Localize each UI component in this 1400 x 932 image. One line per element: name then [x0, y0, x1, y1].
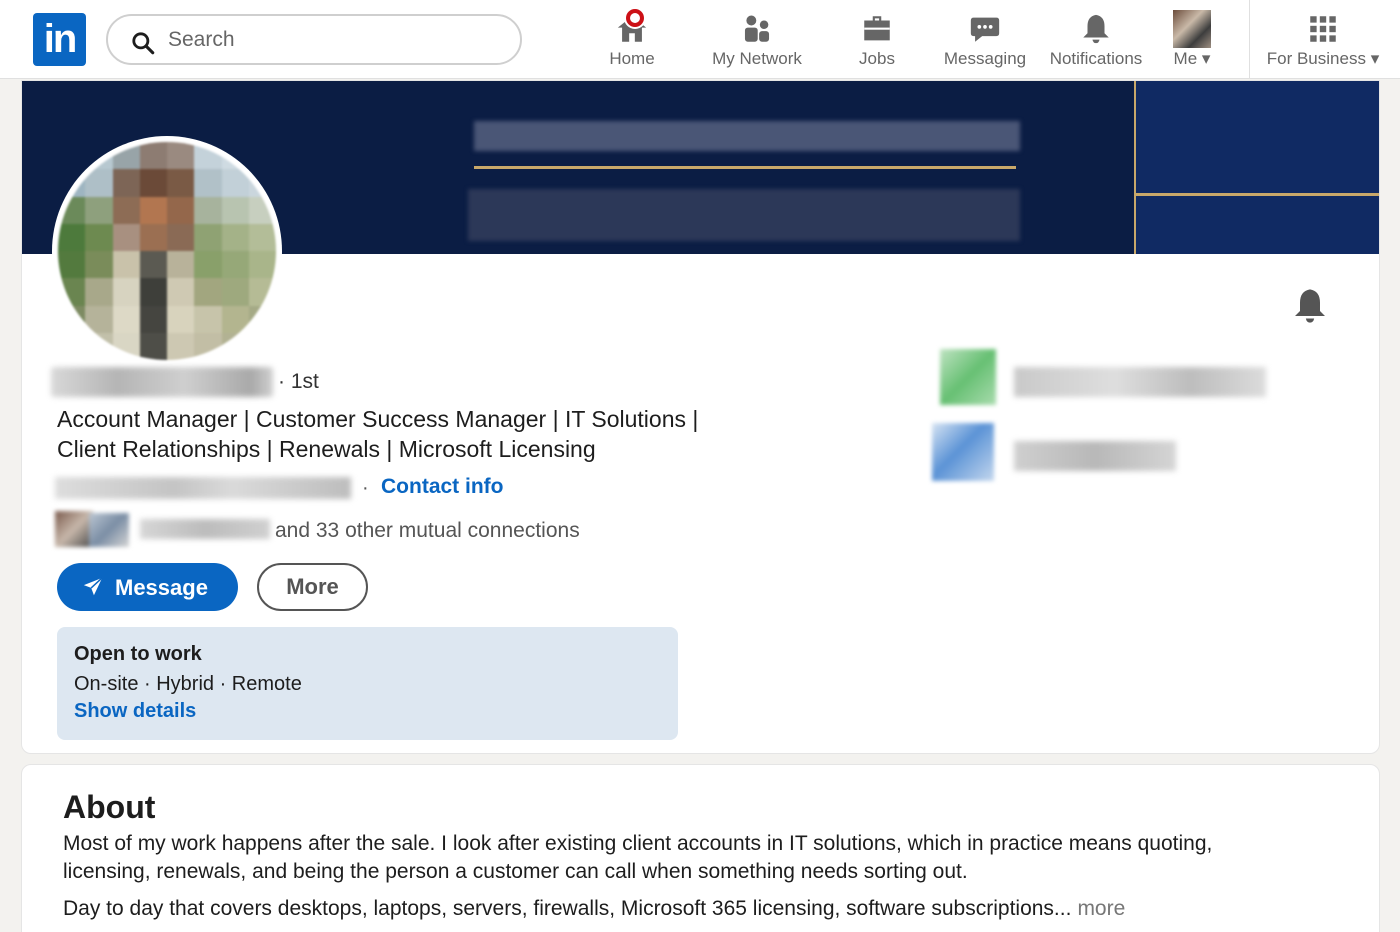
about-card: About Most of my work happens after the …	[21, 764, 1380, 932]
briefcase-icon	[864, 16, 890, 41]
nav-me-label: Me ▾	[1173, 49, 1211, 68]
nav-jobs-label: Jobs	[859, 49, 895, 68]
profile-headline: Account Manager | Customer Success Manag…	[57, 406, 699, 462]
profile-card: · 1st Account Manager | Customer Success…	[21, 80, 1380, 754]
about-paragraph-1: Most of my work happens after the sale. …	[63, 832, 1213, 883]
school-logo	[932, 423, 994, 481]
nav-home-label: Home	[609, 49, 655, 68]
nav-me[interactable]: Me ▾	[1164, 8, 1220, 74]
nav-divider	[1249, 0, 1250, 79]
search-input[interactable]	[168, 26, 498, 54]
nav-messaging-label: Messaging	[943, 49, 1027, 68]
more-button[interactable]: More	[257, 563, 368, 611]
company-name-redacted	[1014, 367, 1266, 397]
company-logo	[940, 349, 996, 405]
profile-photo[interactable]	[52, 136, 282, 366]
chat-icon	[970, 17, 1000, 42]
nav-for-business[interactable]: For Business ▾	[1260, 8, 1386, 74]
top-nav: in Home My Network Jobs Messaging Notifi…	[0, 0, 1400, 79]
profile-photo-pixelated	[58, 142, 276, 360]
chevron-down-icon: ▾	[1370, 49, 1380, 68]
nav-my-network[interactable]: My Network	[702, 8, 812, 74]
mutual-connections-text[interactable]: and 33 other mutual connections	[275, 519, 580, 543]
about-heading: About	[63, 789, 156, 825]
network-icon	[744, 15, 770, 42]
follow-bell-icon[interactable]	[1290, 286, 1330, 326]
nav-notifications-label: Notifications	[1049, 49, 1143, 68]
show-details-link[interactable]: Show details	[74, 700, 196, 723]
nav-notifications[interactable]: Notifications	[1045, 8, 1147, 74]
separator-dot: ·	[362, 477, 369, 499]
open-to-work-box: Open to work On-site · Hybrid · Remote S…	[57, 627, 678, 740]
see-more-link[interactable]: more	[1077, 897, 1125, 920]
open-to-work-subtitle: On-site · Hybrid · Remote	[74, 673, 302, 695]
school-name-redacted	[1014, 441, 1176, 471]
connection-degree: · 1st	[278, 370, 319, 393]
about-paragraph-2: Day to day that covers desktops, laptops…	[63, 897, 1126, 920]
mutual-connection-avatars[interactable]	[55, 511, 135, 547]
linkedin-logo[interactable]: in	[33, 13, 86, 66]
mutual-names-redacted	[140, 519, 270, 539]
open-to-work-title: Open to work	[74, 643, 202, 665]
location-redacted	[55, 477, 351, 499]
message-button[interactable]: Message	[57, 563, 238, 611]
nav-my-network-label: My Network	[712, 49, 802, 68]
contact-info-link[interactable]: Contact info	[381, 475, 503, 499]
send-icon	[83, 577, 103, 596]
profile-name-redacted	[51, 367, 273, 397]
search-box[interactable]	[106, 14, 522, 65]
search-icon	[132, 32, 155, 55]
banner-panel	[1134, 81, 1379, 254]
grid-icon	[1310, 16, 1336, 42]
nav-home[interactable]: Home	[596, 7, 668, 74]
nav-for-business-label: For Business ▾	[1266, 49, 1380, 68]
chevron-down-icon: ▾	[1201, 49, 1211, 68]
message-button-label: Message	[115, 575, 208, 600]
notification-badge	[624, 7, 646, 29]
bell-icon	[1083, 14, 1109, 44]
nav-jobs[interactable]: Jobs	[848, 8, 906, 74]
avatar	[1173, 10, 1211, 48]
nav-messaging[interactable]: Messaging	[938, 8, 1032, 74]
